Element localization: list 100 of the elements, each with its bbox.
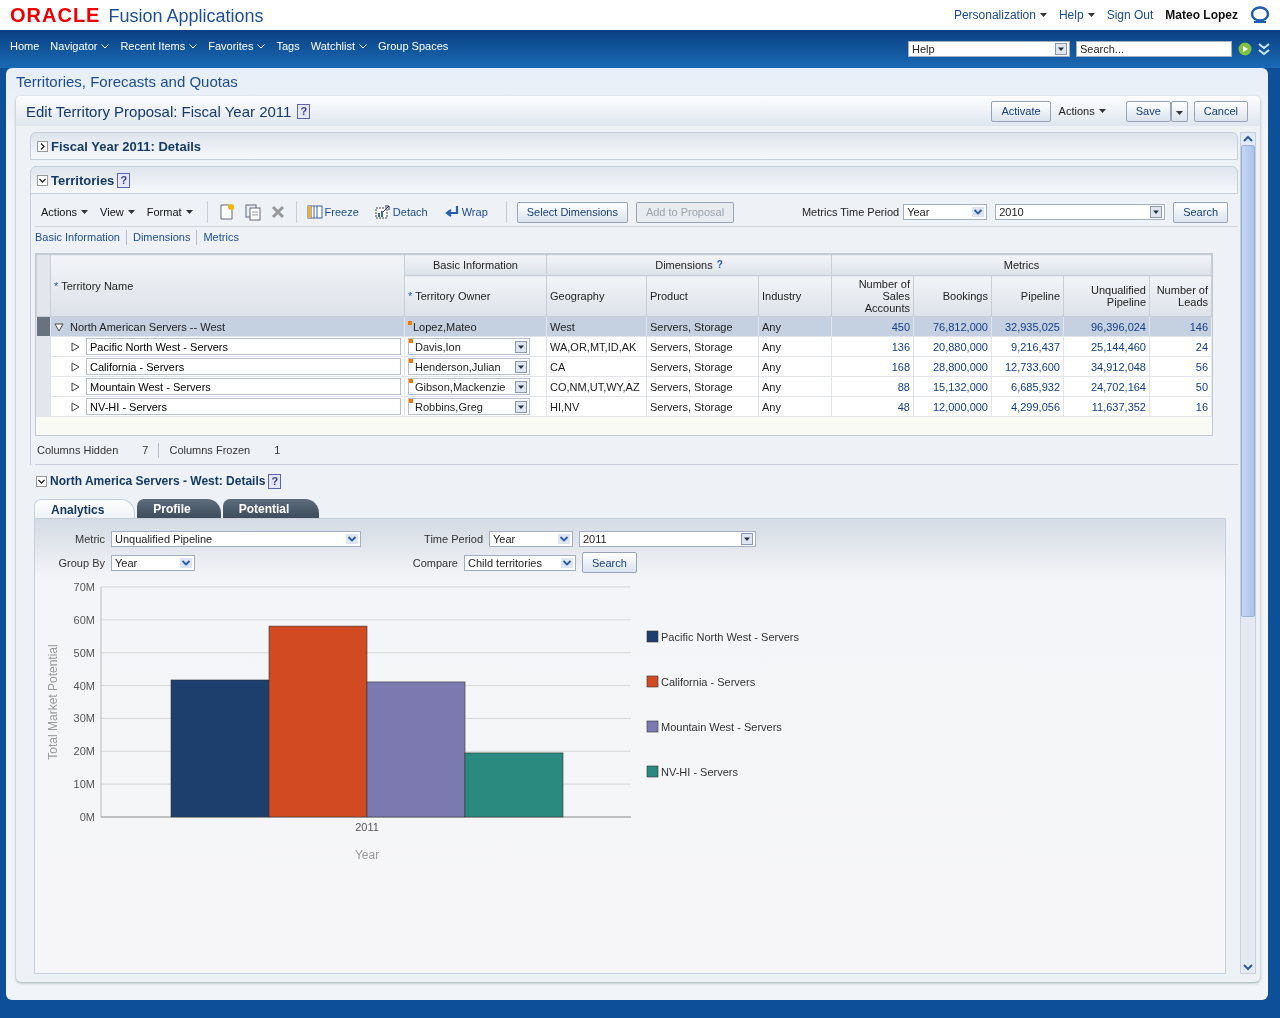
compare-select[interactable]: Child territories bbox=[464, 554, 576, 571]
nav-menu-item[interactable]: Group Spaces bbox=[377, 40, 449, 52]
y-axis-label: 20M bbox=[73, 745, 95, 758]
header-link[interactable]: Help bbox=[1058, 8, 1095, 22]
metric-select[interactable]: Unqualified Pipeline bbox=[111, 531, 361, 547]
save-menu-button[interactable] bbox=[1170, 100, 1188, 122]
columns-icon bbox=[306, 205, 323, 219]
status-value: 7 bbox=[142, 444, 149, 456]
owner-select[interactable]: Henderson,Julian bbox=[408, 358, 530, 375]
user-name: Mateo Lopez bbox=[1165, 8, 1238, 22]
column-header[interactable]: Geography bbox=[546, 275, 647, 317]
toolbar-menu[interactable]: Format bbox=[146, 206, 193, 218]
disclosure-icon[interactable] bbox=[37, 140, 48, 152]
column-header[interactable]: Number of Sales Accounts bbox=[831, 275, 914, 317]
column-group-link[interactable]: Basic Information bbox=[35, 231, 120, 243]
action-button[interactable]: Cancel bbox=[1193, 100, 1248, 122]
territory-name-field[interactable]: Mountain West - Servers bbox=[86, 378, 401, 395]
search-button[interactable]: Search bbox=[582, 552, 637, 573]
toolbar-menu[interactable]: Actions bbox=[41, 206, 89, 218]
column-header[interactable]: * Territory Owner bbox=[404, 275, 547, 317]
toolbar-tool[interactable]: Detach bbox=[374, 205, 428, 219]
column-group-header: Metrics bbox=[831, 254, 1212, 276]
territory-name-field[interactable]: NV-HI - Servers bbox=[86, 398, 401, 415]
caret-icon bbox=[185, 210, 193, 214]
actions-menu[interactable]: Actions bbox=[1058, 105, 1106, 117]
nav-menu-item[interactable]: Recent Items bbox=[120, 40, 198, 52]
copy-icon[interactable] bbox=[243, 203, 262, 221]
period-value-select[interactable]: 2010 bbox=[995, 204, 1166, 220]
tab[interactable]: Potential bbox=[222, 499, 320, 518]
column-header[interactable]: Number of Leads bbox=[1149, 275, 1212, 317]
expand-down-icon[interactable] bbox=[1258, 42, 1270, 56]
nav-menu-item[interactable]: Navigator bbox=[50, 40, 110, 52]
table-row[interactable]: Pacific North West - Servers Davis,Ion WA,OR,MT,ID,AK Servers, Storage Any 136 20,880,000 9,216,437 25,144,460 24 bbox=[36, 336, 1212, 357]
chat-bubble-icon[interactable] bbox=[1250, 6, 1270, 24]
owner-select[interactable]: Gibson,Mackenzie bbox=[408, 378, 530, 395]
chevron-down-icon bbox=[561, 557, 573, 568]
nav-menu-item[interactable]: Watchlist bbox=[310, 40, 367, 52]
x-axis-title: Year bbox=[354, 848, 380, 862]
nav-menu-item[interactable]: Home bbox=[10, 40, 40, 52]
toolbar-menu[interactable]: View bbox=[100, 206, 135, 218]
chevron-down-icon bbox=[101, 43, 110, 49]
disclosure-icon[interactable] bbox=[37, 174, 48, 186]
vertical-scrollbar[interactable] bbox=[1240, 132, 1256, 974]
y-axis-label: 0M bbox=[79, 811, 95, 823]
action-button[interactable]: Activate bbox=[991, 100, 1051, 122]
chevron-down-icon bbox=[558, 534, 570, 544]
scroll-down-icon[interactable] bbox=[1243, 961, 1253, 973]
dropdown-icon bbox=[515, 380, 527, 393]
tree-toggle-icon[interactable] bbox=[54, 321, 64, 332]
search-field[interactable]: Search... bbox=[1076, 41, 1232, 57]
column-header[interactable]: Unqualified Pipeline bbox=[1063, 275, 1150, 317]
tab[interactable]: Profile bbox=[137, 499, 221, 518]
period-unit-select[interactable]: Year bbox=[489, 531, 573, 547]
chevron-down-icon bbox=[257, 43, 266, 49]
section-title[interactable]: Fiscal Year 2011: Details bbox=[51, 138, 202, 154]
territory-name-field[interactable]: California - Servers bbox=[86, 358, 401, 375]
column-header[interactable]: * Territory Name bbox=[50, 254, 405, 317]
go-icon[interactable] bbox=[1238, 42, 1252, 56]
tree-toggle-icon[interactable] bbox=[70, 341, 80, 352]
toolbar-tool[interactable]: Wrap bbox=[443, 205, 488, 219]
group-by-select[interactable]: Year bbox=[111, 554, 195, 571]
nav-menu-item[interactable]: Favorites bbox=[208, 40, 266, 52]
tree-toggle-icon[interactable] bbox=[70, 401, 80, 412]
owner-select[interactable]: Robbins,Greg bbox=[408, 398, 530, 415]
period-value-select[interactable]: 2011 bbox=[579, 531, 756, 547]
column-header[interactable]: Industry bbox=[758, 275, 832, 317]
table-row[interactable]: NV-HI - Servers Robbins,Greg HI,NV Servers, Storage Any 48 12,000,000 4,299,056 11,637,352 16 bbox=[36, 396, 1212, 417]
chevron-down-icon bbox=[346, 534, 358, 544]
table-row[interactable]: California - Servers Henderson,Julian CA Servers, Storage Any 168 28,800,000 12,733,600 34,912,048 56 bbox=[36, 356, 1212, 377]
section-title[interactable]: North America Servers - West: Details bbox=[50, 474, 266, 488]
help-icon[interactable]: ? bbox=[117, 172, 131, 188]
disclosure-icon[interactable] bbox=[36, 475, 47, 487]
nav-menu-item[interactable]: Tags bbox=[276, 40, 300, 52]
column-header[interactable]: Pipeline bbox=[991, 275, 1064, 317]
table-row[interactable]: Mountain West - Servers Gibson,Mackenzie CO,NM,UT,WY,AZ Servers, Storage Any 88 15,132,000 6,685,932 24,702,164 50 bbox=[36, 376, 1212, 397]
tab[interactable]: Analytics bbox=[34, 499, 136, 518]
header-link[interactable]: Sign Out bbox=[1106, 8, 1154, 22]
territory-name-field[interactable]: Pacific North West - Servers bbox=[86, 338, 401, 355]
column-header[interactable]: Product bbox=[646, 275, 759, 317]
toolbar-tool[interactable]: Freeze bbox=[306, 205, 359, 219]
caret-icon bbox=[1039, 13, 1047, 17]
tree-toggle-icon[interactable] bbox=[70, 361, 80, 372]
help-icon[interactable]: ? bbox=[268, 473, 282, 489]
column-group-link[interactable]: Dimensions bbox=[133, 231, 191, 243]
legend-label: Pacific North West - Servers bbox=[661, 631, 799, 643]
period-unit-select[interactable]: Year bbox=[903, 204, 988, 220]
dropdown-icon bbox=[515, 340, 527, 353]
help-icon[interactable]: ? bbox=[716, 259, 723, 271]
help-select[interactable]: Help bbox=[908, 41, 1070, 57]
help-icon[interactable]: ? bbox=[297, 103, 311, 119]
search-button[interactable]: Search bbox=[1173, 201, 1228, 223]
owner-select[interactable]: Davis,Ion bbox=[408, 338, 530, 355]
column-group-link[interactable]: Metrics bbox=[203, 231, 239, 243]
tree-toggle-icon[interactable] bbox=[70, 381, 80, 392]
section-title[interactable]: Territories bbox=[51, 172, 115, 188]
save-button[interactable]: Save bbox=[1125, 100, 1171, 122]
header-link[interactable]: Personalization bbox=[953, 8, 1047, 22]
toolbar-button[interactable]: Select Dimensions bbox=[516, 201, 628, 223]
column-header[interactable]: Bookings bbox=[913, 275, 992, 317]
table-row[interactable]: North American Servers -- West Lopez,Mateo West Servers, Storage Any 450 76,812,000 32,935,025 96,396,024 146 bbox=[36, 316, 1212, 337]
